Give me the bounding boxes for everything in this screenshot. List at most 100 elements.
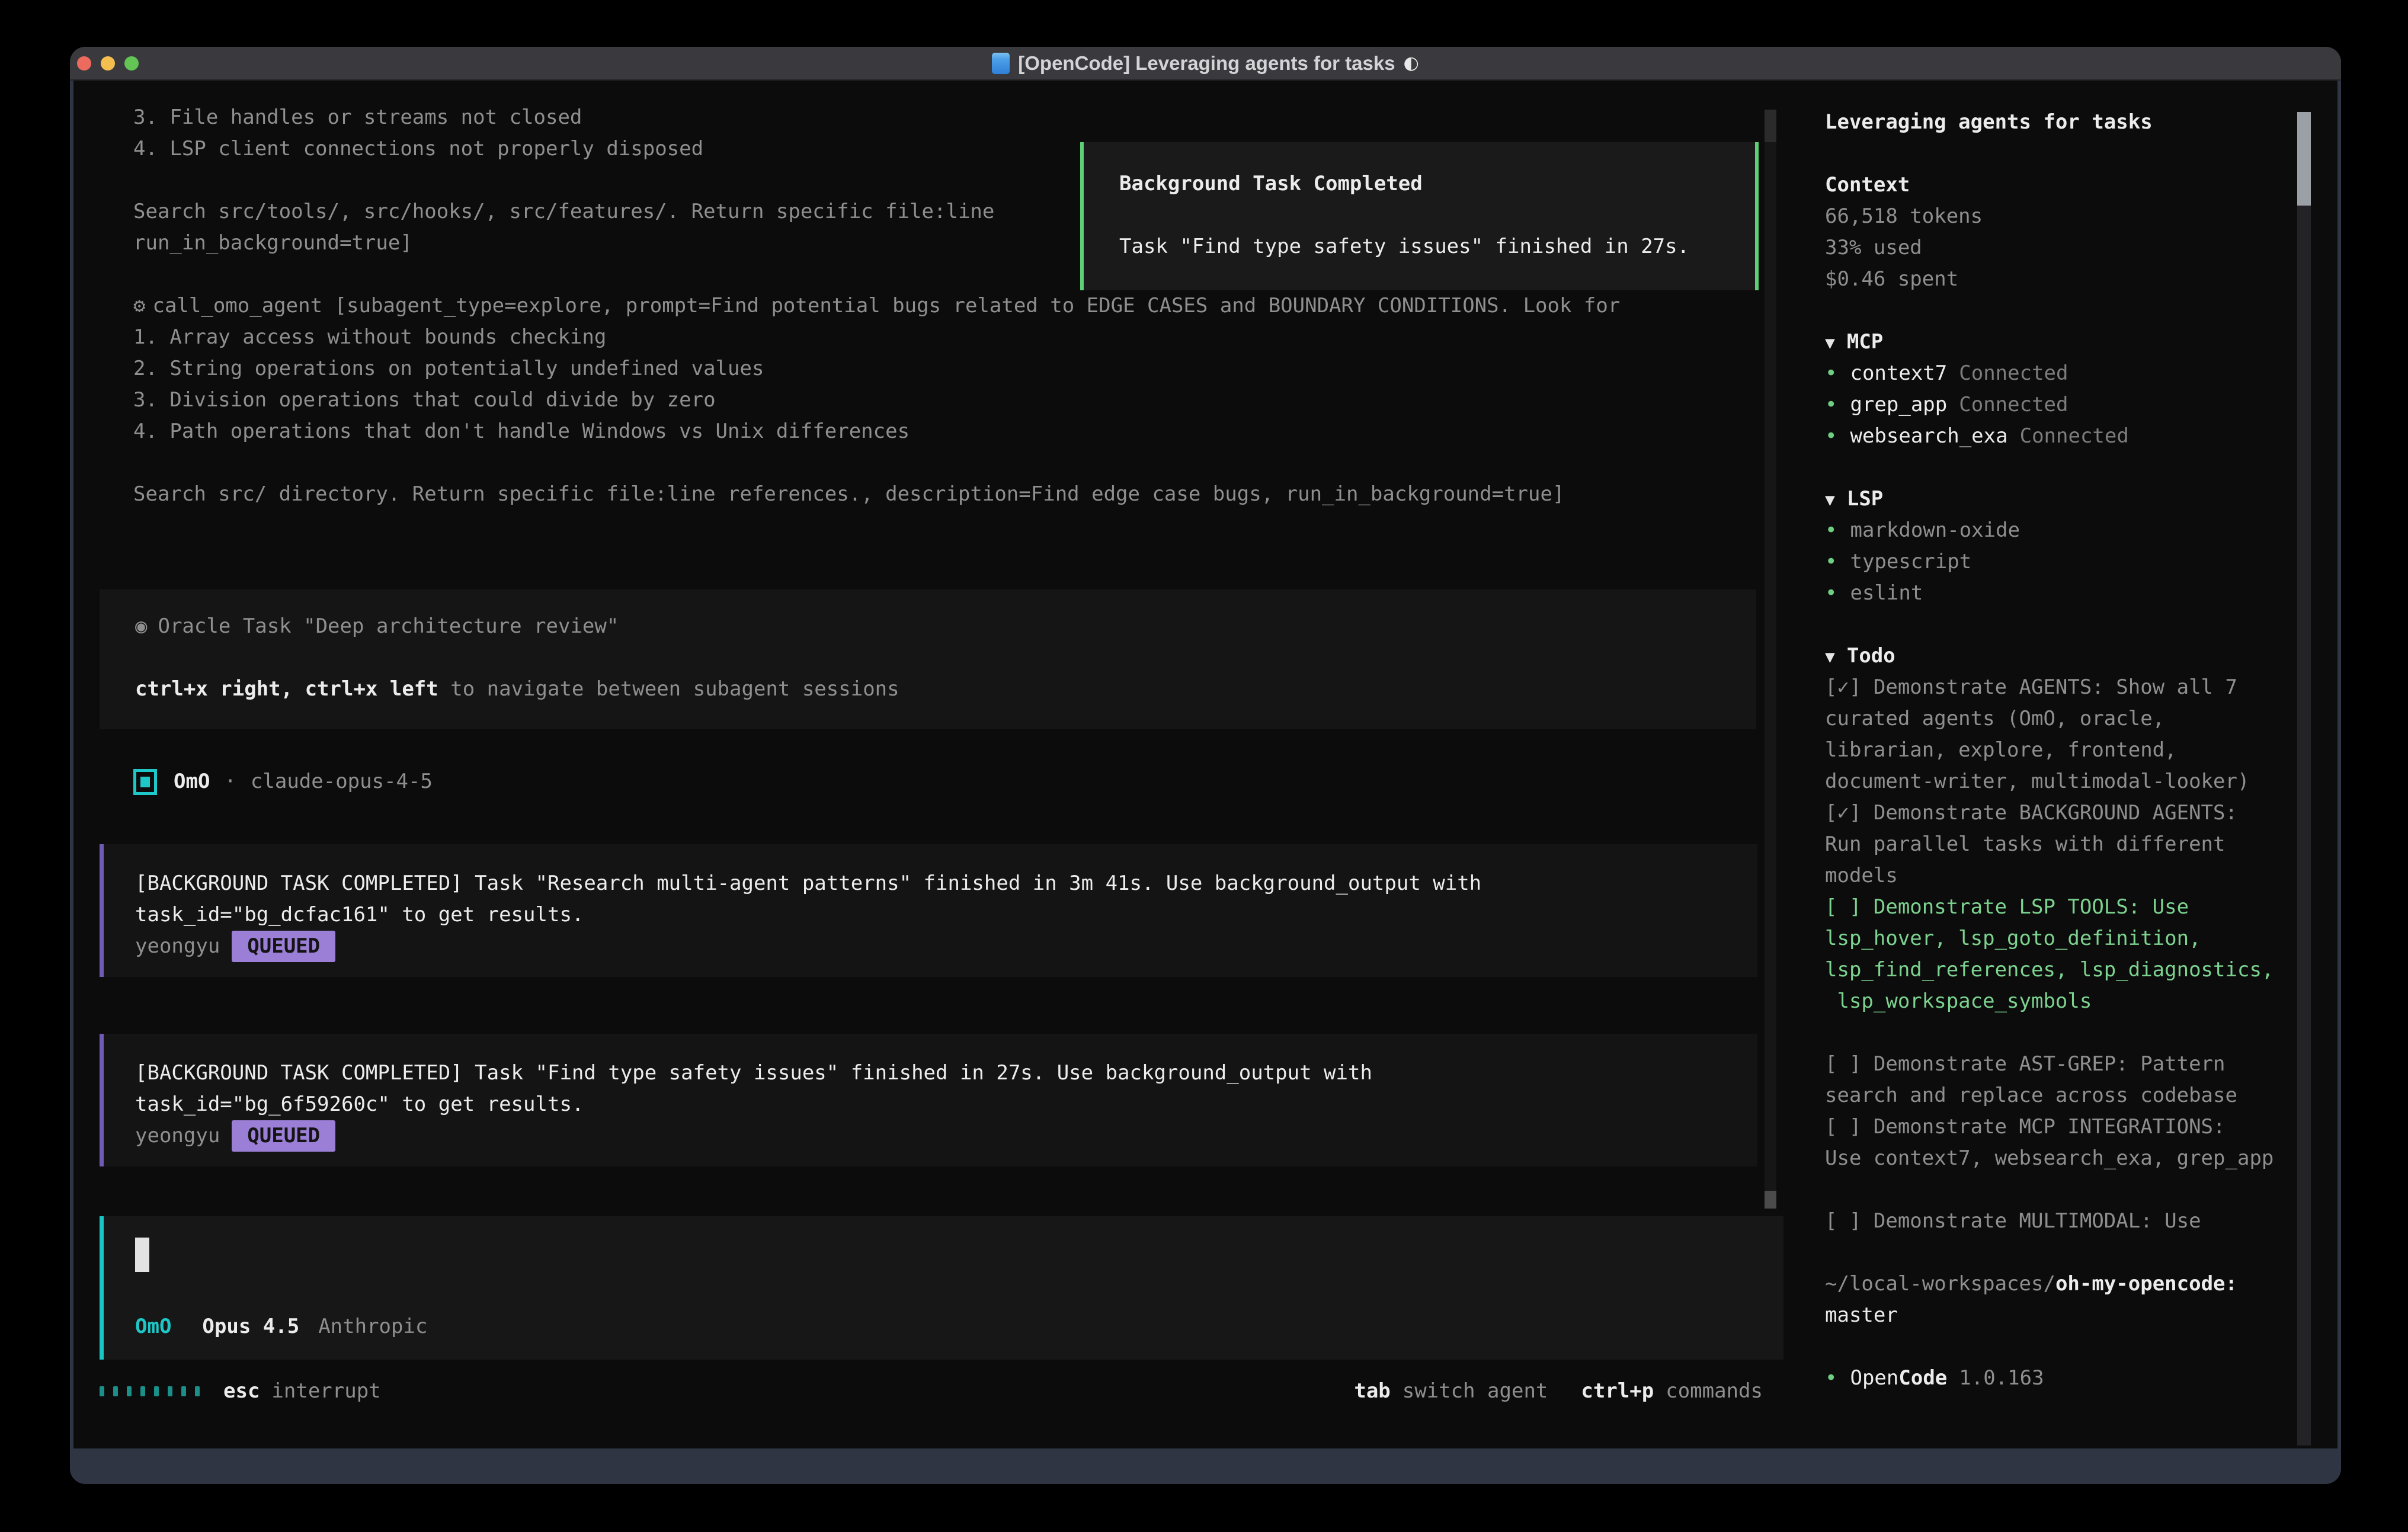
mcp-item: •websearch_exaConnected bbox=[1825, 421, 2299, 452]
working-spinner bbox=[100, 1386, 200, 1396]
main-scrollbar-thumb-bottom[interactable] bbox=[1765, 1191, 1776, 1209]
todo-line: Run parallel tasks with different bbox=[1825, 829, 2299, 860]
window-title-group: [OpenCode] Leveraging agents for tasks ◐ bbox=[992, 52, 1419, 75]
record-icon: ◉ bbox=[135, 614, 147, 638]
workspace-prefix: ~/local-workspaces/ bbox=[1825, 1272, 2055, 1296]
lsp-item: • typescript bbox=[1825, 546, 2299, 578]
context-tokens: 66,518 tokens bbox=[1825, 201, 2299, 232]
task-meta-line: yeongyu QUEUED bbox=[135, 931, 1757, 962]
queued-badge: QUEUED bbox=[232, 1120, 335, 1152]
main-scrollbar-thumb-top[interactable] bbox=[1765, 110, 1776, 142]
transcript-line: Search src/ directory. Return specific f… bbox=[133, 479, 1620, 510]
todo-line: [ ] Demonstrate MULTIMODAL: Use bbox=[1825, 1206, 2299, 1237]
blank-line bbox=[133, 447, 1620, 479]
mcp-name: grep_app bbox=[1850, 393, 1947, 416]
task-user: yeongyu bbox=[135, 1124, 220, 1148]
document-icon bbox=[992, 53, 1010, 74]
task-line: task_id="bg_dcfac161" to get results. bbox=[135, 899, 1757, 931]
main-scrollbar[interactable] bbox=[1765, 110, 1776, 1209]
context-used: 33% used bbox=[1825, 232, 2299, 264]
todo-line: Use context7, websearch_exa, grep_app bbox=[1825, 1143, 2299, 1174]
todo-line-active: [ ] Demonstrate LSP TOOLS: Use bbox=[1825, 892, 2299, 923]
task-line: task_id="bg_6f59260c" to get results. bbox=[135, 1089, 1757, 1120]
mcp-section-header[interactable]: ▼MCP bbox=[1825, 326, 2299, 358]
ctrlp-key-hint: ctrl+p bbox=[1581, 1376, 1654, 1407]
close-window-button[interactable] bbox=[77, 56, 91, 70]
lsp-section-header[interactable]: ▼LSP bbox=[1825, 483, 2299, 515]
esc-key-hint: esc bbox=[223, 1376, 260, 1407]
todo-line: curated agents (OmO, oracle, bbox=[1825, 703, 2299, 735]
agent-header: OmO · claude-opus-4-5 bbox=[133, 766, 433, 797]
screenshot-stage: [OpenCode] Leveraging agents for tasks ◐… bbox=[0, 0, 2408, 1532]
sidebar-session-title: Leveraging agents for tasks bbox=[1825, 107, 2299, 138]
chevron-down-icon: ▼ bbox=[1825, 647, 1835, 666]
todo-section-header[interactable]: ▼Todo bbox=[1825, 640, 2299, 672]
tool-call-text: call_omo_agent [subagent_type=explore, p… bbox=[152, 294, 1620, 318]
terminal-content: 3. File handles or streams not closed 4.… bbox=[73, 81, 2337, 1448]
ctrlp-key-label: commands bbox=[1666, 1376, 1763, 1407]
todo-line: [ ] Demonstrate AST-GREP: Pattern bbox=[1825, 1049, 2299, 1080]
sidebar: Leveraging agents for tasks Context 66,5… bbox=[1825, 107, 2299, 1394]
lsp-name: typescript bbox=[1850, 550, 1971, 573]
todo-line-active: lsp_find_references, lsp_diagnostics, bbox=[1825, 954, 2299, 986]
agent-model: claude-opus-4-5 bbox=[251, 766, 433, 797]
todo-line: models bbox=[1825, 860, 2299, 892]
task-meta-line: yeongyu QUEUED bbox=[135, 1120, 1757, 1152]
lsp-item: • eslint bbox=[1825, 578, 2299, 609]
status-dot-icon: • bbox=[1825, 1366, 1837, 1390]
window-titlebar: [OpenCode] Leveraging agents for tasks ◐ bbox=[70, 47, 2341, 81]
status-bar-right: tab switch agent ctrl+p commands bbox=[1354, 1376, 1763, 1407]
mcp-name: context7 bbox=[1850, 361, 1947, 385]
lsp-item: •markdown-oxide bbox=[1825, 515, 2299, 546]
background-task-toast: Background Task Completed Task "Find typ… bbox=[1080, 142, 1759, 290]
app-version: 1.0.163 bbox=[1959, 1366, 2044, 1390]
lsp-name: markdown-oxide bbox=[1850, 518, 2020, 542]
status-dot-icon: • bbox=[1825, 550, 1837, 573]
oracle-title-line: ◉Oracle Task "Deep architecture review" bbox=[135, 611, 1756, 642]
sidebar-scrollbar[interactable] bbox=[2297, 112, 2311, 1446]
status-dot-icon: • bbox=[1825, 393, 1837, 416]
task-user: yeongyu bbox=[135, 934, 220, 958]
todo-line-active: lsp_hover, lsp_goto_definition, bbox=[1825, 923, 2299, 954]
status-dot-icon: • bbox=[1825, 361, 1837, 385]
transcript-line: 2. String operations on potentially unde… bbox=[133, 353, 1620, 384]
todo-line-active: lsp_workspace_symbols bbox=[1825, 986, 2299, 1017]
tool-call-line: ⚙call_omo_agent [subagent_type=explore, … bbox=[133, 290, 1620, 322]
mcp-status: Connected bbox=[1959, 393, 2068, 416]
prompt-input[interactable]: OmO Opus 4.5 Anthropic bbox=[100, 1216, 1783, 1360]
text-cursor bbox=[135, 1238, 149, 1272]
task-line: [BACKGROUND TASK COMPLETED] Task "Resear… bbox=[135, 868, 1757, 899]
todo-line: librarian, explore, frontend, bbox=[1825, 735, 2299, 766]
agent-name: OmO bbox=[174, 766, 210, 797]
workspace-path: ~/local-workspaces/oh-my-opencode: bbox=[1825, 1268, 2299, 1300]
mcp-name: websearch_exa bbox=[1850, 424, 2007, 448]
omo-agent-icon bbox=[133, 769, 157, 795]
dot-separator: · bbox=[224, 766, 236, 797]
mcp-item: • grep_app Connected bbox=[1825, 389, 2299, 421]
lsp-name: eslint bbox=[1850, 581, 1923, 605]
minimize-window-button[interactable] bbox=[101, 56, 115, 70]
omo-agent-icon-fill bbox=[140, 777, 150, 787]
window-bottom-frame bbox=[70, 1448, 2341, 1483]
oracle-task-card: ◉Oracle Task "Deep architecture review" … bbox=[100, 589, 1756, 729]
oracle-hint: to navigate between subagent sessions bbox=[438, 677, 899, 701]
esc-key-label: interrupt bbox=[271, 1376, 380, 1407]
background-task-message: [BACKGROUND TASK COMPLETED] Task "Find t… bbox=[100, 1034, 1757, 1166]
half-circle-busy-icon: ◐ bbox=[1404, 53, 1419, 73]
status-bar-left: esc interrupt bbox=[100, 1376, 381, 1407]
oracle-shortcut: ctrl+x right, ctrl+x left bbox=[135, 677, 438, 701]
sidebar-scrollbar-thumb[interactable] bbox=[2297, 112, 2311, 206]
zoom-window-button[interactable] bbox=[124, 56, 139, 70]
status-dot-icon: • bbox=[1825, 424, 1837, 448]
todo-line: document-writer, multimodal-looker) bbox=[1825, 766, 2299, 797]
task-line: [BACKGROUND TASK COMPLETED] Task "Find t… bbox=[135, 1057, 1757, 1089]
input-agent-name: OmO bbox=[135, 1311, 171, 1342]
context-heading: Context bbox=[1825, 169, 2299, 201]
status-dot-icon: • bbox=[1825, 581, 1837, 605]
toast-title: Background Task Completed bbox=[1119, 168, 1755, 200]
blank-line bbox=[135, 642, 1756, 674]
chevron-down-icon: ▼ bbox=[1825, 490, 1835, 509]
queued-badge: QUEUED bbox=[232, 931, 335, 962]
input-footer: OmO Opus 4.5 Anthropic bbox=[135, 1311, 427, 1342]
todo-line: [ ] Demonstrate MCP INTEGRATIONS: bbox=[1825, 1111, 2299, 1143]
